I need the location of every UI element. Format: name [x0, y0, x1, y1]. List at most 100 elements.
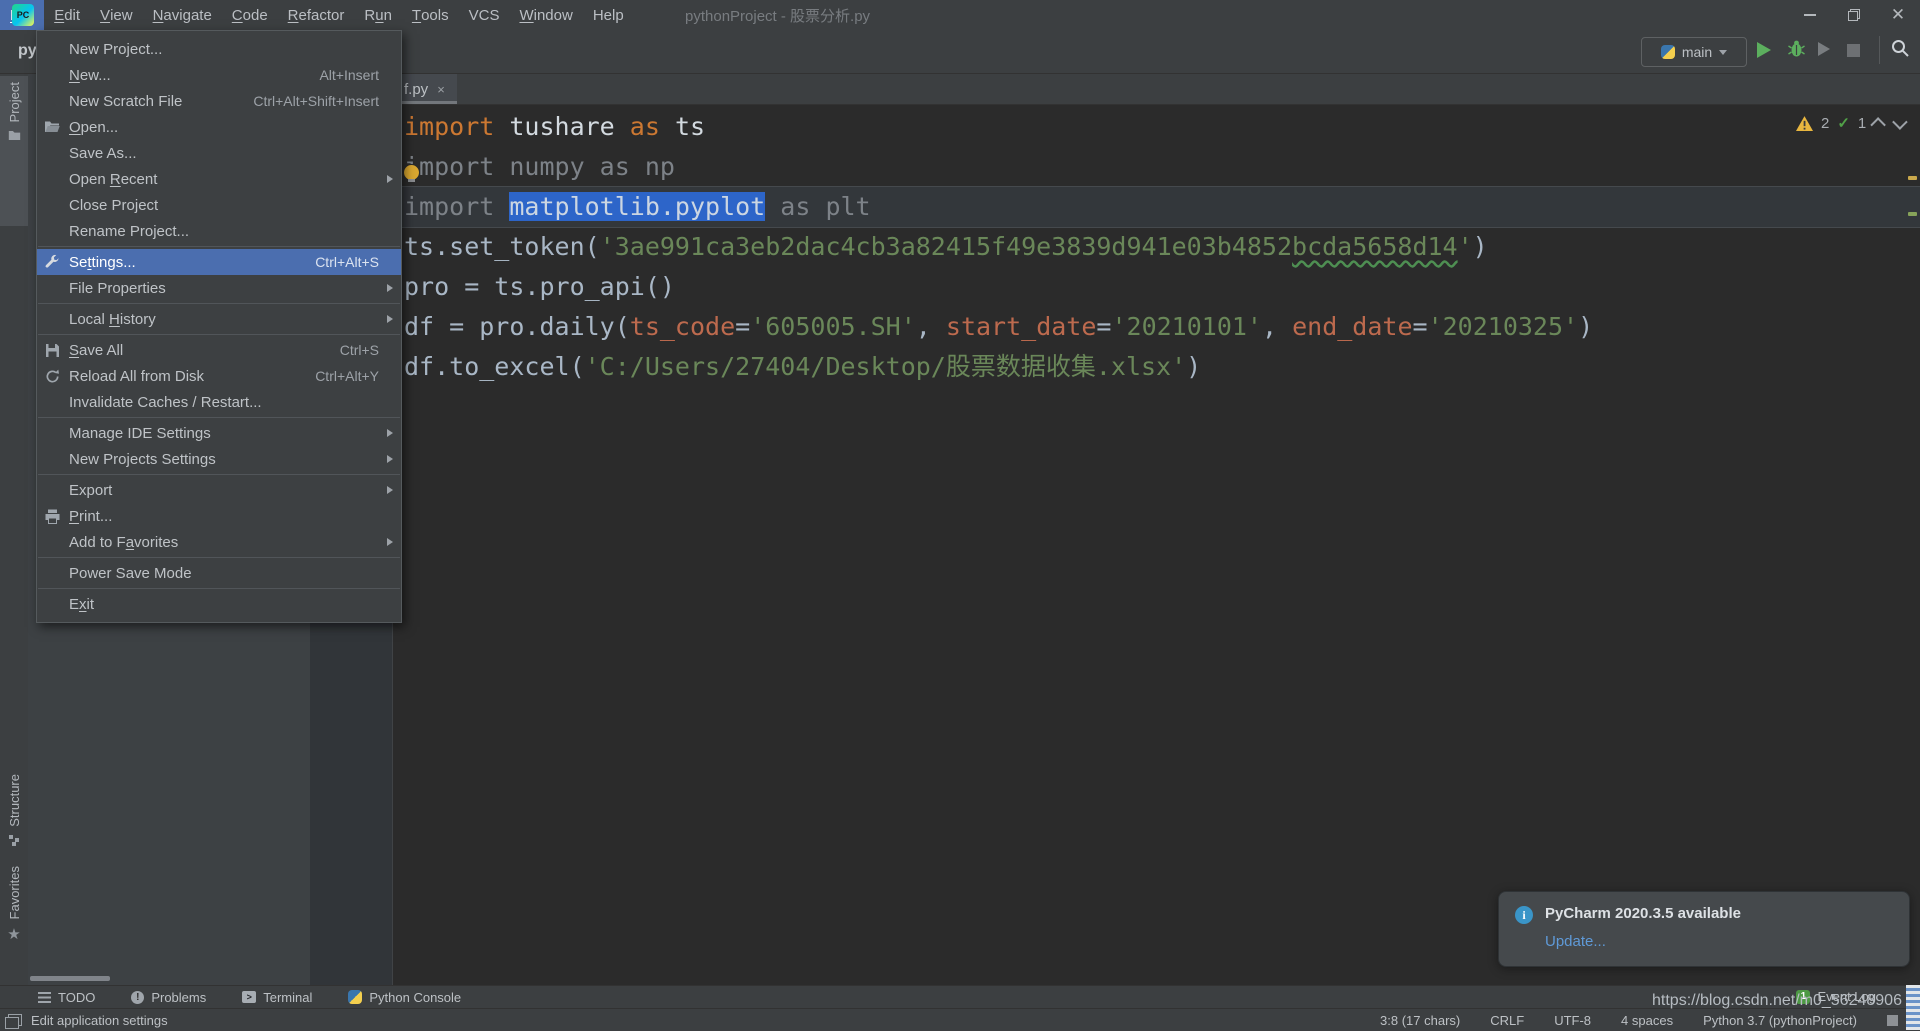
menu-item-label: New Project...: [69, 41, 361, 58]
pycharm-logo-icon: PC: [12, 4, 34, 26]
menu-navigate[interactable]: Navigate: [143, 0, 222, 30]
blank-icon: [43, 41, 61, 57]
menu-item-new-project[interactable]: New Project...: [37, 36, 401, 62]
menu-item-label: Local History: [69, 311, 361, 328]
folder-open-icon: [43, 119, 61, 135]
menu-item-power-save-mode[interactable]: Power Save Mode: [37, 560, 401, 586]
menu-item-label: Print...: [69, 508, 361, 525]
bug-icon: [1787, 39, 1806, 58]
run-button[interactable]: [1757, 42, 1771, 58]
menubar: FileEditViewNavigateCodeRefactorRunTools…: [0, 0, 1920, 30]
blank-icon: [43, 451, 61, 467]
tool-window-tab-structure[interactable]: Structure: [0, 768, 28, 864]
menu-help[interactable]: Help: [583, 0, 634, 30]
todo-icon: [38, 992, 51, 1003]
search-everywhere-button[interactable]: [1890, 38, 1911, 59]
status-segment-4-spaces[interactable]: 4 spaces: [1621, 1013, 1673, 1028]
tool-window-button-problems[interactable]: !Problems: [131, 990, 206, 1005]
close-icon[interactable]: ×: [437, 82, 445, 97]
folder-icon: [8, 130, 21, 141]
run-config-selector[interactable]: main: [1641, 37, 1747, 67]
menu-item-export[interactable]: Export: [37, 477, 401, 503]
update-link[interactable]: Update...: [1545, 933, 1606, 950]
structure-icon: [9, 835, 20, 846]
menu-view[interactable]: View: [90, 0, 143, 30]
status-segment-utf-8[interactable]: UTF-8: [1554, 1013, 1591, 1028]
window-title: pythonProject - 股票分析.py: [685, 5, 870, 26]
stop-button[interactable]: [1847, 44, 1860, 57]
menu-item-settings[interactable]: Settings...Ctrl+Alt+S: [37, 249, 401, 275]
coverage-button[interactable]: [1818, 42, 1830, 56]
tool-window-tab-project[interactable]: Project: [0, 76, 28, 226]
editor-tab-label: f.py: [404, 81, 428, 98]
menu-item-print[interactable]: Print...: [37, 503, 401, 529]
menu-item-open-recent[interactable]: Open Recent: [37, 166, 401, 192]
tool-window-tab-favorites[interactable]: Favorites ★: [0, 860, 28, 954]
blank-icon: [43, 534, 61, 550]
python-icon: [348, 990, 362, 1004]
csdn-watermark-stripe: [1906, 985, 1920, 1030]
code-line-2: import numpy as np: [404, 147, 1920, 187]
submenu-arrow-icon: [379, 455, 393, 463]
menu-item-reload-all-from-disk[interactable]: Reload All from DiskCtrl+Alt+Y: [37, 363, 401, 389]
prev-problem-icon[interactable]: [1871, 117, 1887, 133]
menu-refactor[interactable]: Refactor: [278, 0, 355, 30]
menu-item-new-scratch-file[interactable]: New Scratch FileCtrl+Alt+Shift+Insert: [37, 88, 401, 114]
menu-item-save-as[interactable]: Save As...: [37, 140, 401, 166]
menu-item-new-projects-settings[interactable]: New Projects Settings: [37, 446, 401, 472]
code-editor[interactable]: import tushare as tsimport numpy as npim…: [404, 107, 1920, 387]
status-segment-crlf[interactable]: CRLF: [1490, 1013, 1524, 1028]
tool-window-label: Terminal: [263, 990, 312, 1005]
menu-item-add-to-favorites[interactable]: Add to Favorites: [37, 529, 401, 555]
submenu-arrow-icon: [379, 315, 393, 323]
menu-edit[interactable]: Edit: [44, 0, 90, 30]
menu-item-invalidate-caches-restart[interactable]: Invalidate Caches / Restart...: [37, 389, 401, 415]
status-bar: Edit application settings 3:8 (17 chars)…: [0, 1008, 1920, 1031]
submenu-arrow-icon: [379, 486, 393, 494]
menu-item-label: Power Save Mode: [69, 565, 361, 582]
tool-window-button-todo[interactable]: TODO: [38, 990, 95, 1005]
debug-button[interactable]: [1787, 39, 1806, 58]
blank-icon: [43, 596, 61, 612]
menu-window[interactable]: Window: [509, 0, 582, 30]
menu-run[interactable]: Run: [354, 0, 402, 30]
menu-item-save-all[interactable]: Save AllCtrl+S: [37, 337, 401, 363]
title-bar: PC FileEditViewNavigateCodeRefactorRunTo…: [0, 0, 1920, 30]
submenu-arrow-icon: [379, 429, 393, 437]
menu-code[interactable]: Code: [222, 0, 278, 30]
menu-separator: [38, 588, 400, 589]
menu-item-label: New Scratch File: [69, 93, 235, 110]
update-notification: i PyCharm 2020.3.5 available Update...: [1498, 891, 1910, 967]
menu-item-label: Reload All from Disk: [69, 368, 297, 385]
restore-icon: [1847, 8, 1861, 22]
menu-item-new[interactable]: New...Alt+Insert: [37, 62, 401, 88]
error-stripe-mark: [1908, 176, 1917, 180]
blank-icon: [43, 482, 61, 498]
python-icon: [1661, 45, 1675, 59]
menu-item-manage-ide-settings[interactable]: Manage IDE Settings: [37, 420, 401, 446]
horizontal-scrollbar[interactable]: [30, 976, 110, 981]
tool-window-button-python-console[interactable]: Python Console: [348, 990, 461, 1005]
menu-item-rename-project[interactable]: Rename Project...: [37, 218, 401, 244]
menu-vcs[interactable]: VCS: [459, 0, 510, 30]
status-segment-python-3-7-pythonproject[interactable]: Python 3.7 (pythonProject): [1703, 1013, 1857, 1028]
minimize-button[interactable]: [1788, 0, 1832, 30]
intention-bulb-icon[interactable]: [403, 164, 420, 181]
tool-window-label: Problems: [151, 990, 206, 1005]
menu-item-open[interactable]: Open...: [37, 114, 401, 140]
code-line-4: ts.set_token('3ae991ca3eb2dac4cb3a82415f…: [404, 227, 1920, 267]
menu-tools[interactable]: Tools: [402, 0, 459, 30]
restore-button[interactable]: [1832, 0, 1876, 30]
tool-window-button-terminal[interactable]: >Terminal: [242, 990, 312, 1005]
status-segment-3-8-17-chars[interactable]: 3:8 (17 chars): [1380, 1013, 1460, 1028]
blank-icon: [43, 93, 61, 109]
menu-item-local-history[interactable]: Local History: [37, 306, 401, 332]
menu-item-file-properties[interactable]: File Properties: [37, 275, 401, 301]
menu-item-label: Save As...: [69, 145, 361, 162]
menu-item-label: Invalidate Caches / Restart...: [69, 394, 361, 411]
inspections-widget[interactable]: 2 ✓ 1: [1796, 114, 1904, 132]
menu-item-exit[interactable]: Exit: [37, 591, 401, 617]
menu-item-close-project[interactable]: Close Project: [37, 192, 401, 218]
close-button[interactable]: ✕: [1876, 0, 1920, 30]
menu-item-shortcut: Ctrl+Alt+S: [315, 254, 379, 270]
